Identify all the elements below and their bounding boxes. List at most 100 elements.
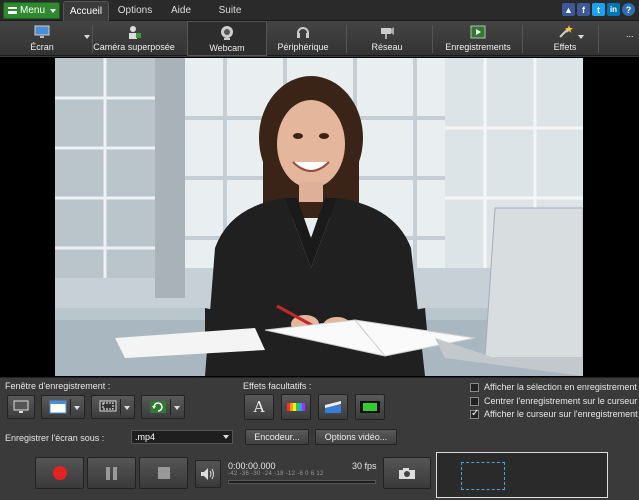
social-links: ▲ f t in ?: [562, 3, 635, 16]
clapper-effect-button[interactable]: [318, 394, 348, 420]
center-on-cursor-option[interactable]: Centrer l'enregistrement sur le curseur: [470, 396, 637, 406]
optional-effects-label: Effets facultatifs :: [243, 381, 312, 391]
stop-button[interactable]: [139, 457, 188, 489]
chevron-down-icon: [50, 8, 57, 13]
toolbar-reseau-label: Réseau: [371, 42, 403, 52]
facebook-icon[interactable]: f: [577, 3, 590, 16]
record-icon: [52, 466, 67, 480]
show-selection-label: Afficher la sélection en enregistrement: [484, 382, 637, 392]
ecran-dropdown-caret[interactable]: [84, 35, 90, 39]
toolbar-reseau[interactable]: Réseau: [352, 21, 422, 56]
snapshot-button[interactable]: [383, 457, 431, 489]
dropdown-divider: [170, 399, 171, 415]
audio-level-meter: [228, 480, 376, 484]
tab-accueil[interactable]: Accueil: [63, 1, 109, 21]
toolbar-separator: [346, 25, 347, 53]
text-effect-button[interactable]: A: [244, 394, 274, 420]
chevron-down-icon: [124, 406, 130, 410]
center-on-cursor-label: Centrer l'enregistrement sur le curseur: [484, 396, 638, 406]
toolbar-ecran[interactable]: Écran: [2, 21, 82, 56]
show-cursor-label: Afficher le curseur sur l'enregistrement: [484, 409, 638, 419]
speaker-icon: [201, 468, 214, 480]
toolbar-separator: [522, 25, 523, 53]
webcam-icon: [221, 26, 233, 40]
toolbar-enregistrements-label: Enregistrements: [445, 42, 511, 52]
refresh-capture-dropdown[interactable]: [141, 395, 185, 419]
magic-wand-icon: [559, 25, 573, 38]
filmstrip-icon: [360, 401, 380, 413]
selection-region-marker: [461, 462, 505, 490]
save-as-label: Enregistrer l'écran sous :: [5, 433, 105, 443]
help-icon[interactable]: ?: [622, 3, 635, 16]
filmstrip-effect-button[interactable]: [355, 394, 385, 420]
show-selection-option[interactable]: Afficher la sélection en enregistrement: [470, 382, 637, 392]
overlay-camera-icon: [129, 26, 141, 39]
toolbar-effets-label: Effets: [553, 42, 577, 52]
toolbar-camera-superposee-label: Caméra superposée: [93, 42, 175, 52]
show-cursor-option[interactable]: Afficher le curseur sur l'enregistrement: [470, 408, 638, 419]
selection-preview-box[interactable]: [436, 452, 608, 498]
color-effect-button[interactable]: [281, 394, 311, 420]
toolbar-peripherique-label: Périphérique: [277, 42, 329, 52]
dropdown-divider: [70, 399, 71, 415]
toolbar-enregistrements[interactable]: Enregistrements: [440, 21, 516, 56]
tab-aide[interactable]: Aide: [166, 1, 196, 21]
twitter-icon[interactable]: t: [592, 3, 605, 16]
like-icon[interactable]: ▲: [562, 3, 575, 16]
monitor-icon: [13, 400, 29, 413]
menu-bar: Menu Accueil Options Aide Suite ▲ f t in…: [0, 0, 639, 21]
volume-button[interactable]: [195, 460, 221, 488]
fullscreen-capture-button[interactable]: [7, 395, 35, 419]
chevron-down-icon: [74, 406, 80, 410]
device-icon: [297, 27, 309, 38]
format-select[interactable]: .mp4: [131, 430, 233, 444]
fps-display: 30 fps: [352, 461, 377, 471]
toolbar-more[interactable]: ...: [626, 29, 634, 39]
app-window: Menu Accueil Options Aide Suite ▲ f t in…: [0, 0, 639, 500]
toolbar-webcam[interactable]: Webcam: [187, 21, 267, 56]
recording-window-label: Fenêtre d'enregistrement :: [5, 381, 111, 391]
toolbar-peripherique[interactable]: Périphérique: [268, 21, 338, 56]
webcam-preview-image: [55, 58, 583, 376]
monitor-icon: [34, 25, 50, 38]
toolbar-camera-superposee[interactable]: Caméra superposée: [93, 21, 175, 56]
clapperboard-icon: [325, 401, 341, 413]
hamburger-icon: [8, 7, 17, 14]
menu-button[interactable]: Menu: [3, 2, 60, 19]
show-cursor-checkbox[interactable]: [470, 408, 479, 419]
webcam-feed-illustration: [55, 58, 583, 376]
color-bars-icon: [287, 403, 305, 411]
audio-level-scale: -42 -36 -30 -24 -18 -12 -6 0 6 12: [228, 471, 324, 477]
center-on-cursor-checkbox[interactable]: [470, 396, 479, 406]
effets-dropdown-caret[interactable]: [578, 35, 584, 39]
toolbar-webcam-label: Webcam: [209, 43, 245, 53]
window-capture-dropdown[interactable]: [41, 395, 85, 419]
format-value: .mp4: [135, 432, 156, 442]
chevron-down-icon: [174, 406, 180, 410]
stop-icon: [157, 467, 170, 479]
toolbar-separator: [598, 25, 599, 53]
chevron-down-icon: [223, 435, 229, 439]
window-icon: [45, 399, 71, 415]
timer-display: 0:00:00.000: [228, 461, 276, 471]
pause-icon: [106, 466, 117, 480]
network-camera-icon: [381, 27, 394, 39]
text-icon: A: [253, 398, 265, 416]
linkedin-icon[interactable]: in: [607, 3, 620, 16]
pause-button[interactable]: [87, 457, 136, 489]
tab-suite[interactable]: Suite: [213, 1, 247, 21]
encoder-button[interactable]: Encodeur...: [245, 429, 309, 445]
menu-label: Menu: [20, 5, 46, 16]
dropdown-divider: [120, 399, 121, 415]
camera-icon: [399, 468, 415, 479]
region-capture-dropdown[interactable]: [91, 395, 135, 419]
tab-options[interactable]: Options: [114, 1, 156, 21]
video-options-button[interactable]: Options vidéo...: [315, 429, 397, 445]
toolbar: Écran Caméra superposée Webcam Périphéri…: [0, 21, 639, 56]
show-selection-checkbox[interactable]: [470, 382, 479, 392]
toolbar-separator: [432, 25, 433, 53]
region-monitor-icon: [95, 399, 121, 415]
recordings-icon: [470, 25, 486, 39]
refresh-icon: [145, 399, 171, 415]
record-button[interactable]: [35, 457, 84, 489]
